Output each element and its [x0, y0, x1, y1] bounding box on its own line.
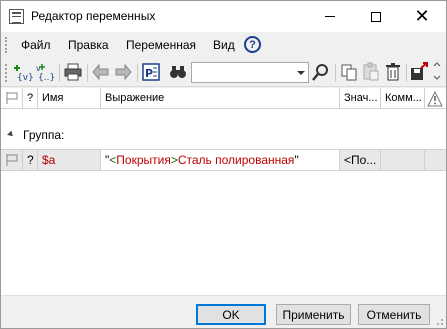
expr-quote-close: " — [294, 153, 299, 167]
toolbar-separator — [335, 64, 336, 82]
column-comment[interactable]: Комм... — [381, 88, 425, 109]
flag-icon — [6, 92, 18, 104]
group-row[interactable]: Группа: — [1, 123, 446, 147]
menu-edit[interactable]: Правка — [68, 38, 109, 52]
row-value-cell[interactable]: <По... — [340, 150, 381, 170]
property-editor-icon[interactable]: P — [141, 62, 161, 82]
minimize-icon — [325, 16, 335, 17]
row-comment-cell[interactable] — [381, 150, 425, 170]
table-header: ? Имя Выражение Знач... Комм... — [1, 88, 446, 109]
dialog-footer: OK Применить Отменить — [1, 295, 446, 328]
group-label: Группа: — [23, 128, 65, 142]
export-icon[interactable] — [409, 62, 429, 82]
column-warning[interactable] — [425, 88, 446, 109]
add-variable-icon[interactable]: {v} — [13, 62, 33, 82]
row-expression-cell[interactable]: "<Покрытия>Сталь полированная" — [101, 150, 340, 170]
table-row[interactable]: ? $a "<Покрытия>Сталь полированная" <По.… — [1, 149, 446, 171]
warning-icon — [427, 90, 443, 107]
apply-button[interactable]: Применить — [276, 304, 351, 325]
flag-icon — [6, 154, 18, 166]
ok-button[interactable]: OK — [196, 304, 266, 325]
search-icon[interactable] — [311, 62, 331, 82]
maximize-icon — [371, 11, 381, 22]
toolbar-separator — [137, 64, 138, 82]
redo-icon[interactable] — [113, 62, 133, 82]
close-button[interactable]: ✕ — [399, 1, 445, 32]
insert-variable-icon[interactable]: v {..} — [35, 62, 55, 82]
row-name-cell[interactable]: $a — [38, 150, 101, 170]
search-dropdown-icon[interactable] — [297, 71, 305, 75]
window-title: Редактор переменных — [31, 9, 156, 23]
resize-grip-icon[interactable] — [434, 316, 444, 326]
copy-icon[interactable] — [339, 62, 359, 82]
close-icon: ✕ — [414, 5, 430, 27]
toolbar: {v} v {..} P — [1, 58, 446, 87]
search-input[interactable] — [191, 62, 309, 83]
find-icon[interactable] — [168, 62, 188, 82]
row-question-cell: ? — [23, 150, 38, 170]
menu-variable[interactable]: Переменная — [126, 38, 196, 52]
toolbar-separator — [59, 64, 60, 82]
toolbar-separator — [406, 64, 407, 82]
app-table-icon — [9, 9, 24, 24]
toolbar-separator — [87, 64, 88, 82]
column-question[interactable]: ? — [23, 88, 38, 109]
menu-bar: Файл Правка Переменная Вид ? — [1, 32, 446, 58]
toolbar-overflow-icon[interactable] — [431, 62, 443, 82]
svg-text:{v}: {v} — [17, 73, 33, 82]
print-icon[interactable] — [63, 62, 83, 82]
menu-view[interactable]: Вид — [213, 38, 235, 52]
delete-icon[interactable] — [383, 62, 403, 82]
column-flag[interactable] — [1, 88, 23, 109]
menu-file[interactable]: Файл — [21, 38, 51, 52]
row-flag-cell[interactable] — [1, 150, 23, 170]
expr-gt: > — [170, 153, 178, 167]
maximize-button[interactable] — [353, 1, 399, 32]
minimize-button[interactable] — [307, 1, 353, 32]
paste-icon[interactable] — [361, 62, 381, 82]
row-status-cell — [425, 150, 446, 170]
undo-icon[interactable] — [91, 62, 111, 82]
column-value[interactable]: Знач... — [340, 88, 381, 109]
svg-text:{..}: {..} — [38, 73, 55, 82]
help-icon[interactable]: ? — [244, 36, 261, 53]
expr-part-2: Сталь полированная — [177, 153, 295, 167]
column-expression[interactable]: Выражение — [101, 88, 340, 109]
column-name[interactable]: Имя — [38, 88, 101, 109]
expr-part-1: Покрытия — [116, 153, 171, 167]
variables-table: Группа: ? $a "<Покрытия>Сталь полированн… — [1, 109, 446, 295]
svg-text:P: P — [145, 67, 153, 80]
svg-text:v: v — [36, 64, 41, 73]
cancel-button[interactable]: Отменить — [358, 304, 430, 325]
title-bar: Редактор переменных ✕ — [1, 1, 446, 32]
menubar-grip[interactable] — [5, 37, 8, 53]
collapse-triangle-icon[interactable] — [7, 130, 15, 139]
toolbar-grip[interactable] — [5, 64, 8, 82]
variable-editor-window: Редактор переменных ✕ Файл Правка Переме… — [0, 0, 447, 329]
